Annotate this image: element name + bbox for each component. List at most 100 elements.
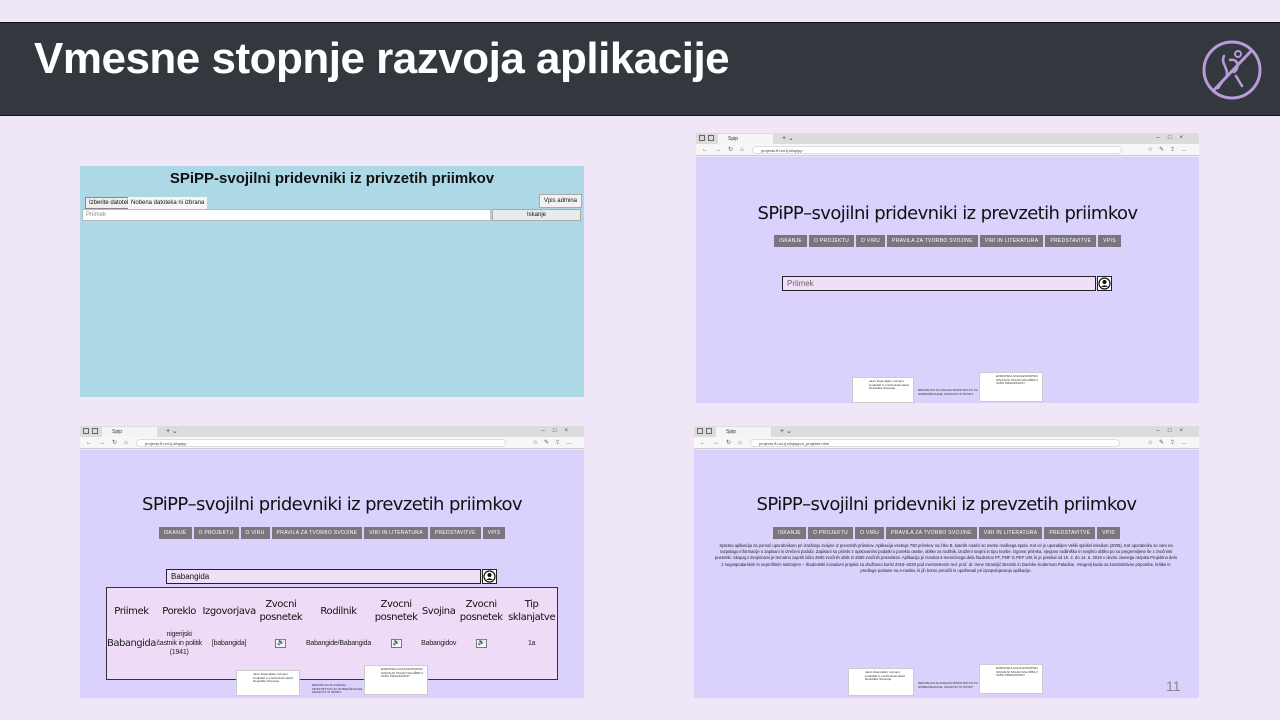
new-tab-icon[interactable]: + ⌄ bbox=[166, 426, 178, 437]
tab-list-icon[interactable] bbox=[706, 428, 712, 434]
nav-predstavitve[interactable]: PREDSTAVITVE bbox=[1044, 527, 1096, 539]
nav-o-projektu[interactable]: O PROJEKTU bbox=[808, 527, 853, 539]
address-bar: ←→↻⌂ projects.ff.uni-lj.si/spipp ☆✎⇪… bbox=[696, 144, 1199, 156]
sklad-logo: Javni štipendijski, razvojni, invalidski… bbox=[848, 668, 914, 696]
nav-viri[interactable]: VIRI IN LITERATURA bbox=[364, 527, 428, 539]
surname-search-input[interactable]: Priimek bbox=[782, 276, 1096, 291]
nav-iskanje[interactable]: ISKANJE bbox=[158, 527, 192, 539]
app-page: SPiPP–svojilni pridevniki iz prevzetih p… bbox=[696, 157, 1199, 403]
window-controls-icon[interactable]: –□× bbox=[1157, 133, 1191, 144]
screenshot-early-version: SPiPP-svojilni pridevniki iz privzetih p… bbox=[80, 166, 584, 397]
tab-actions-icon[interactable] bbox=[699, 135, 705, 141]
app-title: SPiPP–svojilni pridevniki iz prevzetih p… bbox=[756, 494, 1138, 515]
surname-search-input[interactable]: Babangida bbox=[166, 569, 481, 584]
nav-menu: ISKANJE O PROJEKTU O VIRU PRAVILA ZA TVORBO… bbox=[696, 235, 1199, 247]
table-row: Babangida nigerijski častnik in politik … bbox=[107, 628, 557, 658]
browser-tab[interactable]: Spip bbox=[102, 427, 157, 437]
col-zvocni-2: Zvocni posnetek bbox=[374, 599, 418, 623]
col-poreklo: Poreklo bbox=[162, 605, 197, 617]
nav-vpis[interactable]: VPIS bbox=[1097, 527, 1120, 539]
app-title: SPiPP-svojilni pridevniki iz privzetih p… bbox=[169, 170, 495, 187]
browser-tab-bar: Spip + ⌄ –□× bbox=[694, 426, 1199, 437]
nav-arrows-icon[interactable]: ←→↻⌂ bbox=[86, 437, 135, 449]
surname-search-input[interactable]: Priimek bbox=[82, 209, 491, 221]
ministry-logo: REPUBLIKA SLOVENIJA MINISTRSTVO ZA IZOBR… bbox=[312, 683, 364, 694]
new-tab-icon[interactable]: + ⌄ bbox=[782, 133, 794, 144]
nav-pravila[interactable]: PRAVILA ZA TVORBO SVOJINE bbox=[887, 235, 978, 247]
result-table: Priimek Poreklo Izgovorjava Zvocni posne… bbox=[106, 587, 558, 680]
tab-list-icon[interactable] bbox=[708, 135, 714, 141]
address-bar: ←→↻⌂ projects.ff.uni-lj.si/spipp/o_proje… bbox=[694, 437, 1199, 449]
search-button[interactable]: Iskanje bbox=[492, 209, 581, 221]
file-status: Nobena datoteka ni izbrana bbox=[128, 197, 208, 209]
col-izgovorjava: Izgovorjava bbox=[202, 605, 256, 617]
cell-izgovorjava: [babangida] bbox=[211, 639, 247, 647]
slide-title: Vmesne stopnje razvoja aplikacije bbox=[34, 34, 730, 83]
tab-actions-icon[interactable] bbox=[83, 428, 89, 434]
nav-o-viru[interactable]: O VIRU bbox=[855, 527, 885, 539]
nav-viri[interactable]: VIRI IN LITERATURA bbox=[979, 235, 1044, 247]
tab-list-icon[interactable] bbox=[92, 428, 98, 434]
nav-menu: ISKANJE O PROJEKTU O VIRU PRAVILA ZA TVORBO… bbox=[694, 527, 1199, 539]
tab-actions-icon[interactable] bbox=[697, 428, 703, 434]
sklad-logo: Javni štipendijski, razvojni, invalidski… bbox=[236, 670, 300, 696]
nav-o-viru[interactable]: O VIRU bbox=[240, 527, 270, 539]
cell-tip: 1a bbox=[527, 639, 536, 647]
address-bar: ←→↻⌂ projects.ff.uni-lj.si/spipp ☆✎⇪… bbox=[80, 437, 584, 449]
col-tip: Tip sklanjatve bbox=[508, 599, 556, 623]
nav-vpis[interactable]: VPIS bbox=[482, 527, 506, 539]
project-description: Spletna aplikacija za pomoč uporabnikom … bbox=[715, 543, 1177, 573]
col-zvocni-3: Zvocni posnetek bbox=[459, 599, 503, 623]
col-zvocni-1: Zvocni posnetek bbox=[259, 599, 303, 623]
search-user-icon[interactable] bbox=[482, 569, 497, 584]
cell-svojina: Babangidov bbox=[421, 639, 457, 647]
nav-arrows-icon[interactable]: ←→↻⌂ bbox=[700, 437, 749, 449]
screenshot-search-result: Spip + ⌄ –□× ←→↻⌂ projects.ff.uni-lj.si/… bbox=[80, 426, 584, 698]
nav-predstavitve[interactable]: PREDSTAVITVE bbox=[1045, 235, 1097, 247]
nav-o-projektu[interactable]: O PROJEKTU bbox=[193, 527, 239, 539]
browser-tools-icon[interactable]: ☆✎⇪… bbox=[1148, 437, 1193, 449]
browser-tools-icon[interactable]: ☆✎⇪… bbox=[533, 437, 578, 449]
url-field[interactable]: projects.ff.uni-lj.si/spipp bbox=[136, 439, 506, 447]
ministry-logo: REPUBLIKA SLOVENIJA MINISTRSTVO ZA IZOBR… bbox=[918, 388, 978, 396]
browser-tab[interactable]: Spip bbox=[716, 427, 771, 437]
page-number: 11 bbox=[1166, 678, 1181, 694]
window-controls-icon[interactable]: –□× bbox=[1157, 426, 1191, 437]
nav-viri[interactable]: VIRI IN LITERATURA bbox=[978, 527, 1043, 539]
col-priimek: Priimek bbox=[114, 605, 149, 617]
app-title: SPiPP–svojilni pridevniki iz prevzetih p… bbox=[757, 203, 1139, 224]
nav-predstavitve[interactable]: PREDSTAVITVE bbox=[429, 527, 481, 539]
url-field[interactable]: projects.ff.uni-lj.si/spipp/o_projektu.h… bbox=[750, 439, 1120, 447]
nav-pravila[interactable]: PRAVILA ZA TVORBO SVOJINE bbox=[886, 527, 977, 539]
search-user-icon[interactable] bbox=[1097, 276, 1112, 291]
browser-tools-icon[interactable]: ☆✎⇪… bbox=[1148, 144, 1193, 156]
eu-logo: EVROPSKA UNIJA EVROPSKI SOCIALNI SKLAD N… bbox=[979, 372, 1043, 402]
nav-o-projektu[interactable]: O PROJEKTU bbox=[809, 235, 854, 247]
nav-vpis[interactable]: VPIS bbox=[1098, 235, 1121, 247]
cell-poreklo: nigerijski častnik in politik (1941) bbox=[156, 630, 202, 656]
new-tab-icon[interactable]: + ⌄ bbox=[780, 426, 792, 437]
browser-tab[interactable]: Spip bbox=[718, 134, 773, 144]
nav-arrows-icon[interactable]: ←→↻⌂ bbox=[702, 144, 751, 156]
window-controls-icon[interactable]: –□× bbox=[542, 426, 576, 437]
app-title: SPiPP–svojilni pridevniki iz prevzetih p… bbox=[142, 494, 523, 515]
url-field[interactable]: projects.ff.uni-lj.si/spipp bbox=[752, 146, 1122, 154]
play-sound-icon[interactable]: 🔊 bbox=[475, 639, 487, 648]
app-page: SPiPP–svojilni pridevniki iz prevzetih p… bbox=[80, 450, 584, 698]
browser-tab-bar: Spip + ⌄ –□× bbox=[80, 426, 584, 437]
app-page: SPiPP–svojilni pridevniki iz prevzetih p… bbox=[694, 450, 1199, 698]
cell-priimek: Babangida bbox=[107, 637, 156, 649]
nav-o-viru[interactable]: O VIRU bbox=[856, 235, 886, 247]
dance-logo-icon bbox=[1202, 40, 1262, 100]
col-svojina: Svojina bbox=[421, 605, 456, 617]
admin-login-button[interactable]: Vpis admina bbox=[538, 194, 582, 208]
browser-tab-bar: Spip + ⌄ –□× bbox=[696, 133, 1199, 144]
nav-iskanje[interactable]: ISKANJE bbox=[774, 235, 808, 247]
screenshot-home: Spip + ⌄ –□× ←→↻⌂ projects.ff.uni-lj.si/… bbox=[696, 133, 1199, 403]
nav-iskanje[interactable]: ISKANJE bbox=[773, 527, 807, 539]
play-sound-icon[interactable]: 🔊 bbox=[275, 639, 287, 648]
eu-logo: EVROPSKA UNIJA EVROPSKI SOCIALNI SKLAD N… bbox=[364, 665, 428, 695]
play-sound-icon[interactable]: 🔊 bbox=[390, 639, 402, 648]
nav-pravila[interactable]: PRAVILA ZA TVORBO SVOJINE bbox=[271, 527, 363, 539]
col-rodilnik: Rodilnik bbox=[320, 605, 357, 617]
